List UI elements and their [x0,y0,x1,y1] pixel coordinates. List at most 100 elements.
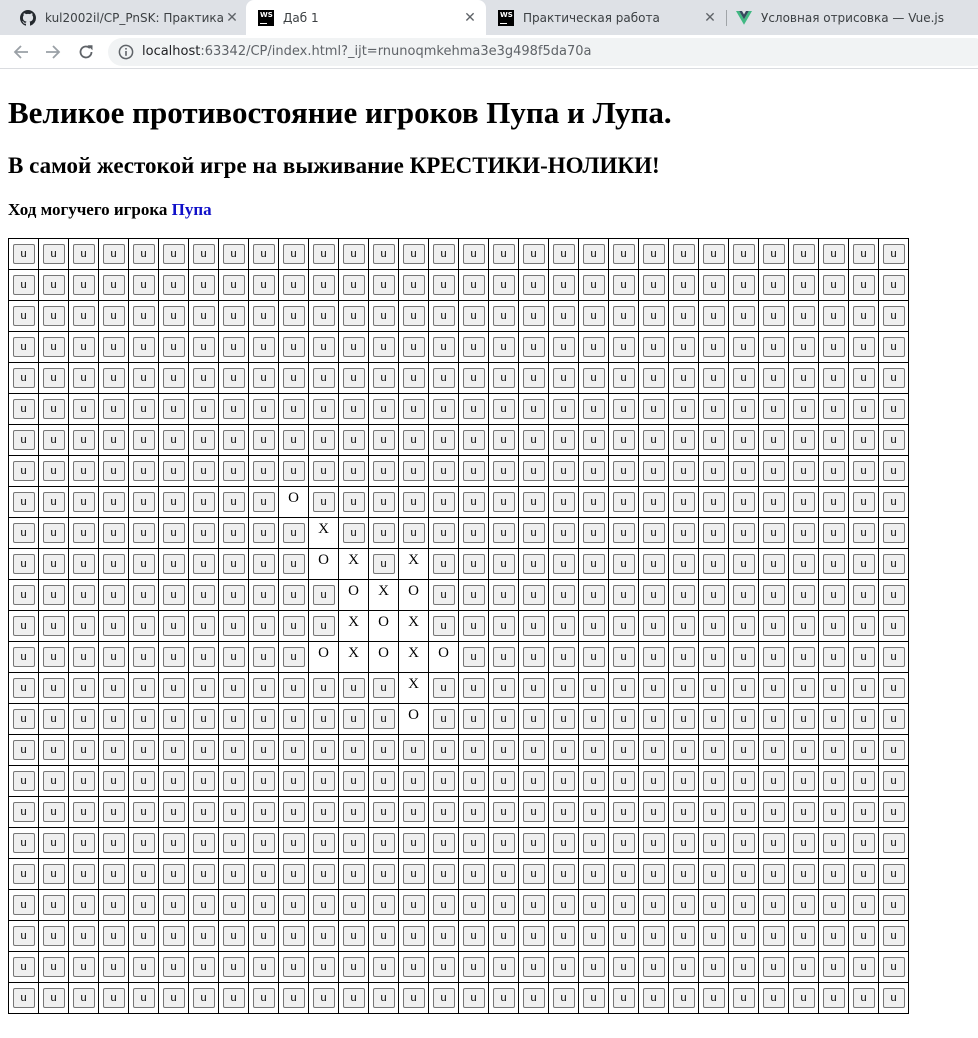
cell-button[interactable]: u [402,802,425,822]
cell-button[interactable]: u [702,585,725,605]
cell-button[interactable]: u [252,461,275,481]
cell-button[interactable]: u [462,244,485,264]
cell-button[interactable]: u [342,833,365,853]
cell-button[interactable]: u [72,554,95,574]
cell-button[interactable]: u [282,523,305,543]
cell-button[interactable]: u [792,647,815,667]
cell-button[interactable]: u [312,926,335,946]
cell-button[interactable]: u [42,740,65,760]
cell-button[interactable]: u [312,275,335,295]
cell-button[interactable]: u [282,864,305,884]
cell-button[interactable]: u [102,492,125,512]
cell-button[interactable]: u [732,461,755,481]
cell-button[interactable]: u [252,492,275,512]
cell-button[interactable]: u [12,492,35,512]
cell-button[interactable]: u [672,616,695,636]
cell-button[interactable]: u [522,244,545,264]
cell-button[interactable]: u [642,554,665,574]
cell-button[interactable]: u [672,585,695,605]
cell-button[interactable]: u [492,988,515,1008]
cell-button[interactable]: u [72,275,95,295]
cell-button[interactable]: u [222,678,245,698]
cell-button[interactable]: u [252,275,275,295]
cell-button[interactable]: u [312,709,335,729]
cell-button[interactable]: u [882,585,905,605]
cell-button[interactable]: u [492,895,515,915]
cell-button[interactable]: u [372,275,395,295]
cell-button[interactable]: u [72,678,95,698]
cell-button[interactable]: u [222,492,245,512]
cell-button[interactable]: u [552,988,575,1008]
cell-button[interactable]: u [132,926,155,946]
cell-button[interactable]: u [432,523,455,543]
cell-button[interactable]: u [192,368,215,388]
cell-button[interactable]: u [162,616,185,636]
cell-button[interactable]: u [882,895,905,915]
cell-button[interactable]: u [822,337,845,357]
cell-button[interactable]: u [342,244,365,264]
cell-button[interactable]: u [642,802,665,822]
cell-button[interactable]: u [42,306,65,326]
cell-button[interactable]: u [582,833,605,853]
cell-button[interactable]: u [552,337,575,357]
cell-button[interactable]: u [612,988,635,1008]
cell-button[interactable]: u [462,678,485,698]
cell-button[interactable]: u [162,802,185,822]
cell-button[interactable]: u [132,399,155,419]
cell-button[interactable]: u [522,368,545,388]
cell-button[interactable]: u [282,430,305,450]
cell-button[interactable]: u [792,337,815,357]
cell-button[interactable]: u [12,306,35,326]
cell-button[interactable]: u [702,244,725,264]
cell-button[interactable]: u [822,585,845,605]
cell-button[interactable]: u [822,461,845,481]
cell-button[interactable]: u [792,678,815,698]
cell-button[interactable]: u [192,709,215,729]
cell-button[interactable]: u [732,492,755,512]
cell-button[interactable]: u [792,585,815,605]
cell-button[interactable]: u [282,647,305,667]
cell-button[interactable]: u [312,833,335,853]
cell-button[interactable]: u [522,616,545,636]
close-tab-icon[interactable]: ✕ [462,10,478,26]
cell-button[interactable]: u [342,523,365,543]
cell-button[interactable]: u [762,988,785,1008]
cell-button[interactable]: u [102,740,125,760]
cell-button[interactable]: u [72,771,95,791]
cell-button[interactable]: u [882,430,905,450]
cell-button[interactable]: u [642,709,665,729]
cell-button[interactable]: u [42,864,65,884]
cell-button[interactable]: u [342,306,365,326]
cell-button[interactable]: u [822,771,845,791]
cell-button[interactable]: u [72,244,95,264]
cell-button[interactable]: u [432,275,455,295]
cell-button[interactable]: u [762,461,785,481]
cell-button[interactable]: u [222,306,245,326]
cell-button[interactable]: u [852,554,875,574]
cell-button[interactable]: u [432,306,455,326]
cell-button[interactable]: u [72,492,95,512]
cell-button[interactable]: u [312,988,335,1008]
cell-button[interactable]: u [552,771,575,791]
cell-button[interactable]: u [162,771,185,791]
cell-button[interactable]: u [192,926,215,946]
cell-button[interactable]: u [702,616,725,636]
cell-button[interactable]: u [522,554,545,574]
cell-button[interactable]: u [192,430,215,450]
cell-button[interactable]: u [612,275,635,295]
cell-button[interactable]: u [552,523,575,543]
cell-button[interactable]: u [702,802,725,822]
cell-button[interactable]: u [672,461,695,481]
cell-button[interactable]: u [672,275,695,295]
cell-button[interactable]: u [42,461,65,481]
cell-button[interactable]: u [132,895,155,915]
cell-button[interactable]: u [762,244,785,264]
cell-button[interactable]: u [222,988,245,1008]
cell-button[interactable]: u [462,616,485,636]
cell-button[interactable]: u [642,678,665,698]
cell-button[interactable]: u [372,368,395,388]
cell-button[interactable]: u [42,771,65,791]
cell-button[interactable]: u [372,802,395,822]
cell-button[interactable]: u [522,492,545,512]
cell-button[interactable]: u [162,399,185,419]
